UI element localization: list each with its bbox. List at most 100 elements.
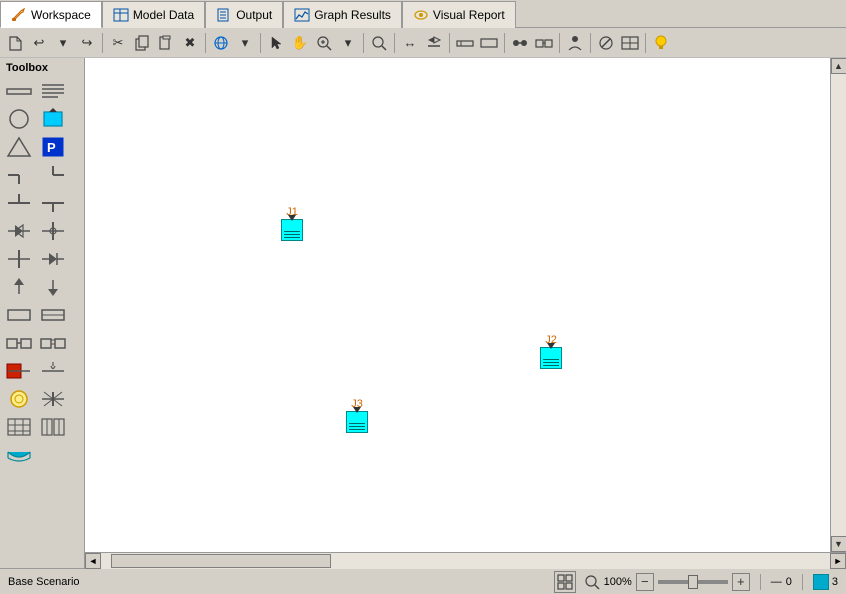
counter-value: 0 — [786, 576, 792, 588]
scroll-track-v[interactable] — [831, 74, 846, 536]
cut-btn[interactable]: ✂ — [107, 32, 129, 54]
scroll-down-btn[interactable]: ▼ — [831, 536, 846, 552]
wrench-icon — [11, 8, 27, 22]
junction-j3-box[interactable] — [346, 411, 368, 433]
tab-workspace[interactable]: Workspace — [0, 1, 102, 28]
tab-output[interactable]: Output — [205, 1, 283, 28]
junction-j2[interactable]: J2 — [540, 334, 562, 369]
tool-valve3[interactable] — [4, 246, 34, 272]
scroll-track-h[interactable] — [101, 553, 830, 569]
horizontal-scrollbar[interactable]: ◄ ► — [85, 552, 846, 568]
scroll-up-btn[interactable]: ▲ — [831, 58, 846, 74]
undo-btn[interactable]: ↩ — [28, 32, 50, 54]
tool-grid2[interactable] — [4, 414, 34, 440]
select-btn[interactable] — [265, 32, 287, 54]
zoom-slider[interactable] — [658, 580, 728, 584]
tool-circle2[interactable] — [4, 386, 34, 412]
tab-visual-report[interactable]: Visual Report — [402, 1, 516, 28]
hand-btn[interactable]: ✋ — [289, 32, 311, 54]
arrows-h-btn[interactable]: ↔ — [399, 32, 421, 54]
copy-icon — [134, 35, 150, 51]
junction-j3-line3 — [349, 429, 365, 430]
tool-reservoir[interactable] — [38, 106, 68, 132]
scroll-left-btn[interactable]: ◄ — [85, 553, 101, 569]
pipe-btn[interactable] — [454, 32, 476, 54]
point-p-icon: P — [40, 136, 66, 158]
tee2-icon — [40, 192, 66, 214]
canvas-area[interactable]: J1 J2 — [85, 58, 830, 552]
tool-coil[interactable] — [38, 330, 68, 356]
flip-btn[interactable] — [423, 32, 445, 54]
junction-j1-box[interactable] — [281, 219, 303, 241]
zoom-plus-btn[interactable]: + — [732, 573, 750, 591]
tray-icon — [6, 444, 32, 466]
pipe2-btn[interactable] — [478, 32, 500, 54]
junction-j2-line1 — [543, 359, 559, 360]
coil-icon — [40, 332, 66, 354]
tool-elbow2[interactable] — [38, 162, 68, 188]
tool-arrow-down[interactable] — [38, 274, 68, 300]
tool-rect2[interactable] — [38, 302, 68, 328]
vertical-scrollbar[interactable]: ▲ ▼ — [830, 58, 846, 552]
find-btn[interactable] — [368, 32, 390, 54]
tool-red-comp[interactable] — [4, 358, 34, 384]
zoom-slider-thumb[interactable] — [688, 575, 698, 589]
junction-j3-line2 — [349, 426, 365, 427]
sep10 — [645, 33, 646, 53]
tool-text[interactable] — [38, 78, 68, 104]
globe-btn[interactable] — [210, 32, 232, 54]
junction-j1[interactable]: J1 — [281, 206, 303, 241]
no-icon — [597, 35, 615, 51]
junction-j2-box[interactable] — [540, 347, 562, 369]
tool-tee2[interactable] — [38, 190, 68, 216]
tool-grid3[interactable] — [38, 414, 68, 440]
zoom-glass-icon — [584, 574, 600, 590]
fit-to-window-btn[interactable] — [554, 571, 576, 593]
tool-tee1[interactable] — [4, 190, 34, 216]
tool-valve1[interactable] — [4, 218, 34, 244]
tool-joint[interactable] — [38, 358, 68, 384]
junction-j1-lines — [284, 231, 300, 238]
tool-triangle[interactable] — [4, 134, 34, 160]
node-btn[interactable] — [509, 32, 531, 54]
tool-rect1[interactable] — [4, 302, 34, 328]
zoom-arrow-btn[interactable]: ▾ — [337, 32, 359, 54]
new-btn[interactable] — [4, 32, 26, 54]
tool-tray[interactable] — [4, 442, 34, 468]
copy-btn[interactable] — [131, 32, 153, 54]
box-counter: 3 — [813, 574, 838, 590]
tab-graph-results[interactable]: Graph Results — [283, 1, 402, 28]
tab-model-data[interactable]: Model Data — [102, 1, 205, 28]
tool-elbow1[interactable] — [4, 162, 34, 188]
person-btn[interactable] — [564, 32, 586, 54]
link-btn[interactable] — [533, 32, 555, 54]
arrow-down-icon — [40, 276, 66, 298]
tool-point-p[interactable]: P — [38, 134, 68, 160]
zoom-minus-btn[interactable]: − — [636, 573, 654, 591]
delete-btn[interactable]: ✖ — [179, 32, 201, 54]
text-icon — [40, 81, 66, 101]
bulb-btn[interactable] — [650, 32, 672, 54]
tool-butterfly[interactable] — [38, 218, 68, 244]
zoom-in-icon — [316, 35, 332, 51]
paste-btn[interactable] — [155, 32, 177, 54]
scroll-right-btn[interactable]: ► — [830, 553, 846, 569]
tab-graph-results-label: Graph Results — [314, 8, 391, 22]
grid-btn[interactable] — [619, 32, 641, 54]
tool-circle[interactable] — [4, 106, 34, 132]
no-btn[interactable] — [595, 32, 617, 54]
scroll-thumb-h[interactable] — [111, 554, 331, 568]
junction-j2-line3 — [543, 365, 559, 366]
tool-butterfly2[interactable] — [38, 386, 68, 412]
tool-pipe-h[interactable] — [4, 78, 34, 104]
redo-btn[interactable]: ↪ — [76, 32, 98, 54]
undo-arrow-btn[interactable]: ▾ — [52, 32, 74, 54]
globe-arrow-btn[interactable]: ▾ — [234, 32, 256, 54]
junction-j3[interactable]: J3 — [346, 398, 368, 433]
status-bar: Base Scenario 100% − + — 0 3 — [0, 568, 846, 594]
table-icon — [113, 8, 129, 22]
zoom-in-btn[interactable] — [313, 32, 335, 54]
tool-pipe-r[interactable] — [4, 330, 34, 356]
tool-check[interactable] — [38, 246, 68, 272]
tool-arrow-up[interactable] — [4, 274, 34, 300]
